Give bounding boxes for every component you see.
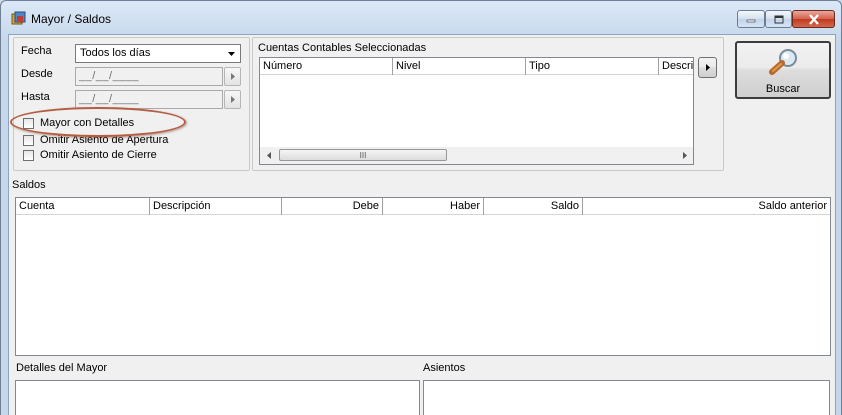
- minimize-icon: [746, 19, 756, 23]
- saldos-list[interactable]: Cuenta Descripción Debe Haber Saldo Sald…: [15, 197, 831, 356]
- buscar-button[interactable]: Buscar: [735, 41, 831, 99]
- scroll-thumb[interactable]: III: [279, 149, 447, 161]
- column-header-descripcion[interactable]: Descripción: [150, 198, 282, 215]
- column-header-nivel[interactable]: Nivel: [393, 58, 526, 75]
- hasta-label: Hasta: [21, 91, 50, 103]
- omitir-cierre-checkbox[interactable]: [23, 150, 34, 161]
- hasta-picker-button[interactable]: [224, 90, 241, 109]
- client-area: Fecha Todos los días Desde __/__/____ Ha…: [8, 34, 836, 415]
- asientos-title: Asientos: [423, 362, 466, 374]
- maximize-button[interactable]: [765, 10, 792, 28]
- column-header-saldo-anterior[interactable]: Saldo anterior: [583, 198, 830, 215]
- scroll-right-icon[interactable]: [678, 149, 690, 162]
- highlight-annotation: [10, 107, 186, 137]
- window-title: Mayor / Saldos: [31, 12, 112, 26]
- close-button[interactable]: [792, 10, 835, 28]
- cuentas-scroll-right-button[interactable]: [698, 57, 717, 78]
- cuentas-header: Número Nivel Tipo Descri: [260, 58, 693, 75]
- cuentas-list[interactable]: Número Nivel Tipo Descri III: [259, 57, 694, 165]
- column-header-descripcion[interactable]: Descri: [659, 58, 693, 75]
- desde-label: Desde: [21, 68, 53, 80]
- desde-input-value: __/__/____: [79, 70, 140, 82]
- chevron-right-icon: [705, 64, 710, 71]
- fecha-label: Fecha: [21, 45, 52, 57]
- hasta-input-value: __/__/____: [79, 93, 140, 105]
- asientos-list[interactable]: [423, 380, 830, 415]
- detalles-title: Detalles del Mayor: [16, 362, 108, 374]
- desde-picker-button[interactable]: [224, 67, 241, 86]
- maximize-icon: [774, 15, 783, 23]
- close-icon: [808, 13, 819, 25]
- mayor-saldos-window: Mayor / Saldos Fecha Todos los días Desd…: [0, 0, 842, 415]
- saldos-title: Saldos: [12, 179, 46, 191]
- cuentas-title: Cuentas Contables Seleccionadas: [258, 42, 427, 54]
- buscar-label: Buscar: [765, 83, 801, 95]
- minimize-button[interactable]: [737, 10, 765, 28]
- column-header-numero[interactable]: Número: [260, 58, 393, 75]
- chevron-down-icon[interactable]: [224, 46, 239, 61]
- column-header-haber[interactable]: Haber: [383, 198, 484, 215]
- saldos-header: Cuenta Descripción Debe Haber Saldo Sald…: [16, 198, 830, 215]
- column-header-debe[interactable]: Debe: [282, 198, 383, 215]
- chevron-right-icon: [230, 73, 235, 80]
- app-icon: [11, 11, 26, 25]
- column-header-cuenta[interactable]: Cuenta: [16, 198, 150, 215]
- fecha-select[interactable]: Todos los días: [75, 44, 241, 63]
- column-header-saldo[interactable]: Saldo: [484, 198, 583, 215]
- title-bar[interactable]: Mayor / Saldos: [1, 1, 841, 35]
- chevron-right-icon: [230, 96, 235, 103]
- magnifier-icon: [769, 49, 797, 75]
- scroll-left-icon[interactable]: [263, 149, 275, 162]
- omitir-apertura-checkbox[interactable]: [23, 135, 34, 146]
- omitir-cierre-label[interactable]: Omitir Asiento de Cierre: [40, 149, 157, 161]
- desde-input[interactable]: __/__/____: [75, 67, 223, 86]
- fecha-select-value: Todos los días: [80, 47, 151, 59]
- cuentas-horizontal-scrollbar[interactable]: III: [260, 147, 693, 164]
- detalles-list[interactable]: [15, 380, 420, 415]
- column-header-tipo[interactable]: Tipo: [526, 58, 659, 75]
